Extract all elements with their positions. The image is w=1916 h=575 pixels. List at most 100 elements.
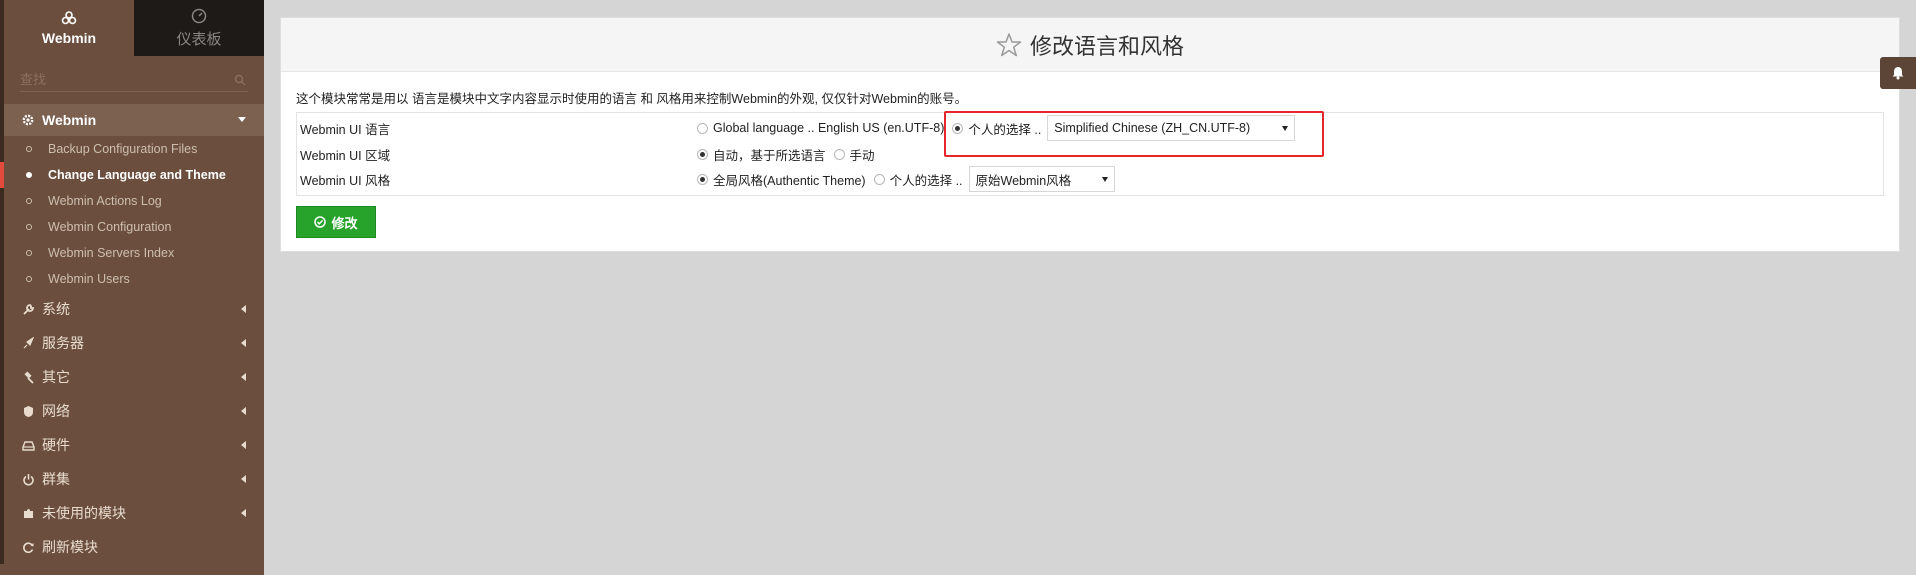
sidebar: Webmin 仪表板 Webmin Backup Configuration F… [0,0,264,575]
bullet-icon [26,276,32,282]
chevron-left-icon [241,441,246,449]
sidebar-item-label: Webmin Users [48,272,130,286]
sidebar-submenu: Backup Configuration Files Change Langua… [0,136,264,292]
radio-personal-theme[interactable] [873,173,885,185]
personal-language-option[interactable]: 个人的选择 .. [952,119,1041,138]
webmin-logo-icon [61,11,77,25]
shield-icon [24,405,33,417]
chevron-left-icon [241,509,246,517]
option-label: 个人的选择 .. [968,122,1042,137]
option-label: 自动，基于所选语言 [713,148,826,163]
auto-locale-option[interactable]: 自动，基于所选语言 [697,145,826,164]
sidebar-item-label: Webmin Actions Log [48,194,162,208]
sidebar-category-label: 群集 [42,471,70,487]
main-panel: 修改语言和风格 这个模块常常是用以 语言是模块中文字内容显示时使用的语言 和 风… [280,17,1900,252]
sidebar-item-configuration[interactable]: Webmin Configuration [0,214,264,240]
row-label: Webmin UI 风格 [300,173,391,188]
chevron-left-icon [241,305,246,313]
sidebar-item-actions-log[interactable]: Webmin Actions Log [0,188,264,214]
sidebar-category-refresh-modules[interactable]: 刷新模块 [0,530,264,564]
row-ui-locale: Webmin UI 区域 自动，基于所选语言 手动 [297,144,1883,164]
bullet-icon [26,172,32,178]
settings-table: Webmin UI 语言 Global language .. English … [296,112,1884,196]
radio-auto-locale[interactable] [697,148,708,160]
sidebar-category-label: 网络 [42,403,70,419]
tab-webmin[interactable]: Webmin [4,0,134,56]
row-ui-theme: Webmin UI 风格 全局风格(Authentic Theme) 个人的选择… [297,166,1883,192]
row-ui-language: Webmin UI 语言 Global language .. English … [297,115,1883,141]
sidebar-item-label: Webmin Servers Index [48,246,175,260]
panel-header: 修改语言和风格 [281,18,1899,72]
sidebar-category-cluster[interactable]: 群集 [0,462,264,496]
chevron-left-icon [241,475,246,483]
sidebar-item-label: Change Language and Theme [48,168,226,182]
dropdown-arrow-icon [1282,125,1289,131]
sidebar-category-others[interactable]: 其它 [0,360,264,394]
sidebar-category-label: 未使用的模块 [42,505,126,521]
sidebar-category-label: 系统 [42,301,70,317]
sidebar-item-backup[interactable]: Backup Configuration Files [0,136,264,162]
sidebar-category-system[interactable]: 系统 [0,292,264,326]
puzzle-icon [24,508,33,518]
sidebar-item-users[interactable]: Webmin Users [0,266,264,292]
sidebar-item-label: Backup Configuration Files [48,142,198,156]
sidebar-category-hardware[interactable]: 硬件 [0,428,264,462]
search-icon[interactable] [234,74,246,86]
sidebar-item-change-language[interactable]: Change Language and Theme [0,162,264,188]
sidebar-category-label: 其它 [42,369,70,385]
notifications-button[interactable] [1880,57,1916,89]
sidebar-section-label: Webmin [42,112,97,128]
gear-icon [22,114,34,126]
global-language-option[interactable]: Global language .. English US (en.UTF-8) [697,121,944,135]
page-title: 修改语言和风格 [1029,33,1184,59]
row-options: Global language .. English US (en.UTF-8)… [697,115,1296,141]
theme-select[interactable]: 原始Webmin风格 [968,166,1115,192]
sidebar-category-network[interactable]: 网络 [0,394,264,428]
sidebar-tabs: Webmin 仪表板 [0,0,264,56]
power-icon [23,473,34,485]
bullet-icon [26,250,32,256]
personal-theme-option[interactable]: 个人的选择 .. [873,170,963,189]
bullet-icon [26,198,32,204]
radio-manual-locale[interactable] [833,148,845,160]
global-theme-option[interactable]: 全局风格(Authentic Theme) [697,170,866,189]
language-select[interactable]: Simplified Chinese (ZH_CN.UTF-8) [1047,115,1296,141]
check-circle-icon [314,216,327,228]
option-label: Global language .. English US (en.UTF-8) [713,121,945,135]
bullet-icon [26,146,32,152]
option-label: 个人的选择 .. [889,173,963,188]
tab-webmin-label: Webmin [41,30,97,46]
chevron-down-icon [238,117,246,122]
tab-dashboard[interactable]: 仪表板 [134,0,264,56]
search-input[interactable] [20,68,248,92]
sidebar-item-servers-index[interactable]: Webmin Servers Index [0,240,264,266]
save-button[interactable]: 修改 [296,206,376,238]
star-icon[interactable] [996,32,1022,58]
save-button-label: 修改 [331,215,358,231]
row-options: 全局风格(Authentic Theme) 个人的选择 .. 原始Webmin风… [697,166,1115,192]
wrench-icon [23,303,34,315]
sidebar-category-servers[interactable]: 服务器 [0,326,264,360]
sidebar-category-label: 服务器 [42,335,84,351]
sidebar-category-unused-modules[interactable]: 未使用的模块 [0,496,264,530]
sidebar-category-label: 刷新模块 [42,539,98,555]
radio-global-theme[interactable] [697,173,708,185]
bell-icon [1892,67,1904,80]
row-label: Webmin UI 区域 [300,148,391,163]
chevron-left-icon [241,407,246,415]
row-label: Webmin UI 语言 [300,122,391,137]
option-label: 手动 [849,148,875,163]
row-options: 自动，基于所选语言 手动 [697,145,883,164]
radio-global-language[interactable] [697,122,708,134]
dashboard-icon [191,8,207,23]
radio-personal-language[interactable] [952,122,964,134]
option-label: 全局风格(Authentic Theme) [713,173,866,188]
module-description: 这个模块常常是用以 语言是模块中文字内容显示时使用的语言 和 风格用来控制Web… [296,92,968,106]
bullet-icon [26,224,32,230]
gavel-icon [24,370,34,384]
sidebar-section-webmin[interactable]: Webmin [0,104,264,136]
sidebar-item-label: Webmin Configuration [48,220,172,234]
select-value: 原始Webmin风格 [975,173,1072,188]
manual-locale-option[interactable]: 手动 [833,145,875,164]
chevron-left-icon [241,339,246,347]
